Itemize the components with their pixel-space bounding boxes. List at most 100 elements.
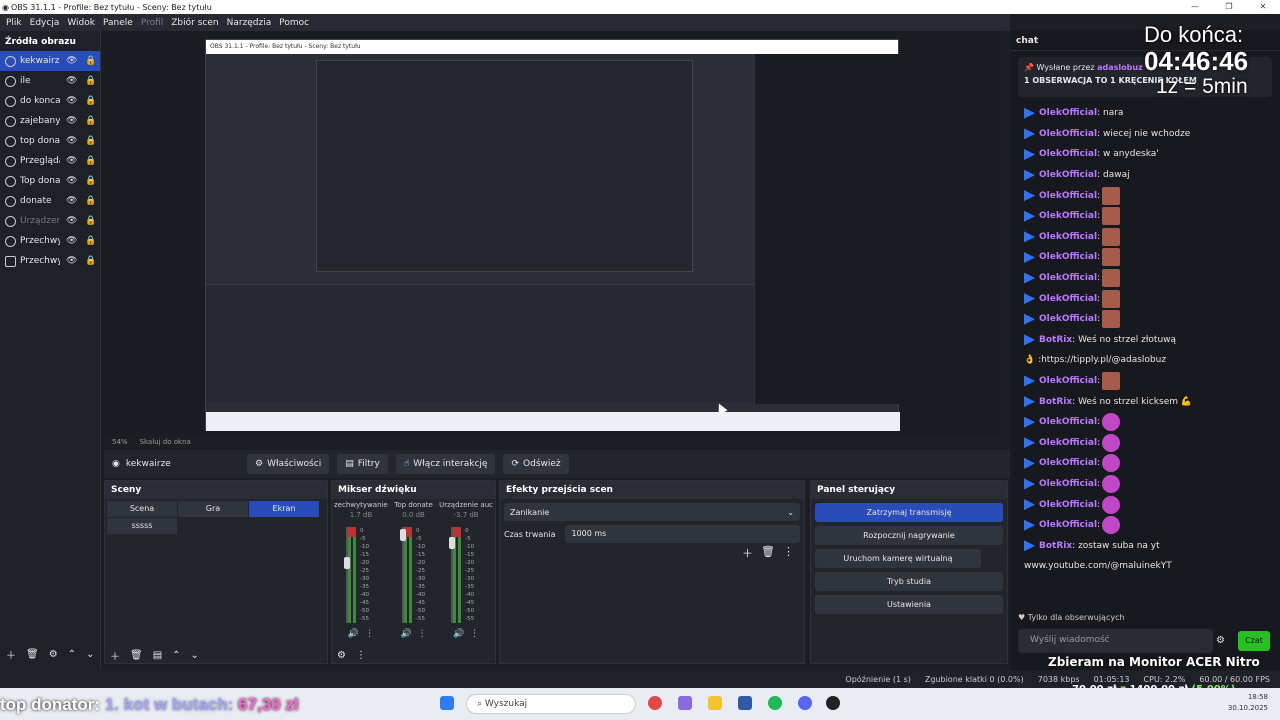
chat-username[interactable]: OlekOfficial <box>1039 376 1097 386</box>
source-item[interactable]: donate 👁 🔒 <box>0 191 100 211</box>
source-item[interactable]: ile 👁 🔒 <box>0 71 100 91</box>
speaker-icon[interactable]: 🔊 <box>348 629 359 639</box>
preview-area[interactable]: OBS 31.1.1 - Profile: Bez tytułu - Sceny… <box>104 31 1000 435</box>
speaker-icon[interactable]: 🔊 <box>400 629 411 639</box>
filters-button[interactable]: ▤ Filtry <box>337 454 388 474</box>
source-item[interactable]: kekwairze 👁 🔒 <box>0 51 100 71</box>
maximize-icon[interactable]: ❐ <box>1212 0 1246 14</box>
menu-panele[interactable]: Panele <box>103 18 133 28</box>
chat-username[interactable]: OlekOfficial <box>1039 314 1097 324</box>
chat-username[interactable]: OlekOfficial <box>1039 232 1097 242</box>
eye-icon[interactable]: 👁 <box>66 216 77 226</box>
chat-username[interactable]: OlekOfficial <box>1039 520 1097 530</box>
virtual-camera-button[interactable]: Uruchom kamerę wirtualną <box>815 549 981 568</box>
explorer-icon[interactable] <box>708 696 722 710</box>
volume-fader[interactable] <box>400 529 406 541</box>
add-icon[interactable]: ＋ <box>742 545 753 561</box>
chat-username[interactable]: OlekOfficial <box>1039 108 1097 118</box>
store-icon[interactable] <box>738 696 752 710</box>
obs-taskbar-icon[interactable] <box>826 696 840 710</box>
more-icon[interactable]: ⋮ <box>365 629 374 639</box>
start-recording-button[interactable]: Rozpocznij nagrywanie <box>815 526 1003 545</box>
eye-icon[interactable]: 👁 <box>66 236 77 246</box>
zoom-level[interactable]: 54% <box>112 438 128 446</box>
gear-icon[interactable]: ⚙ <box>49 649 58 660</box>
down-icon[interactable]: ⌄ <box>191 650 199 661</box>
source-item[interactable]: Przechwyc 👁 🔒 <box>0 231 100 251</box>
chat-username[interactable]: BotRix <box>1039 335 1072 345</box>
copilot-icon[interactable] <box>678 696 692 710</box>
chat-username[interactable]: OlekOfficial <box>1039 129 1097 139</box>
add-icon[interactable]: ＋ <box>6 647 16 662</box>
source-item[interactable]: Przechwyc 👁 🔒 <box>0 251 100 271</box>
chat-input[interactable]: Wyślij wiadomość <box>1018 629 1213 653</box>
refresh-button[interactable]: ⟳ Odśwież <box>503 454 569 474</box>
menu-narzedzia[interactable]: Narzędzia <box>227 18 272 28</box>
trash-icon[interactable]: 🗑 <box>761 545 775 561</box>
eye-icon[interactable]: 👁 <box>66 256 77 266</box>
chat-username[interactable]: OlekOfficial <box>1039 191 1097 201</box>
source-item[interactable]: Przeglądar 👁 🔒 <box>0 151 100 171</box>
scene-button[interactable]: sssss <box>107 518 177 534</box>
menu-plik[interactable]: Plik <box>6 18 22 28</box>
settings-icon[interactable]: ⚙ <box>1216 635 1225 646</box>
lock-icon[interactable]: 🔒 <box>85 96 96 106</box>
scene-button[interactable]: Gra <box>178 501 248 517</box>
chrome-icon[interactable] <box>648 696 662 710</box>
scene-button[interactable]: Ekran <box>249 501 319 517</box>
eye-icon[interactable]: 👁 <box>66 196 77 206</box>
stop-stream-button[interactable]: Zatrzymaj transmisję <box>815 503 1003 522</box>
discord-icon[interactable] <box>798 696 812 710</box>
more-icon[interactable]: ⋮ <box>783 545 794 561</box>
settings-button[interactable]: Ustawienia <box>815 595 1003 614</box>
windows-start-icon[interactable] <box>440 696 454 710</box>
chat-username[interactable]: BotRix <box>1039 397 1072 407</box>
lock-icon[interactable]: 🔒 <box>85 236 96 246</box>
chat-username[interactable]: OlekOfficial <box>1039 149 1097 159</box>
minimize-icon[interactable]: — <box>1178 0 1212 14</box>
eye-icon[interactable]: 👁 <box>66 176 77 186</box>
lock-icon[interactable]: 🔒 <box>85 176 96 186</box>
eye-icon[interactable]: 👁 <box>66 76 77 86</box>
lock-icon[interactable]: 🔒 <box>85 136 96 146</box>
menu-edycja[interactable]: Edycja <box>30 18 60 28</box>
lock-icon[interactable]: 🔒 <box>85 256 96 266</box>
chat-username[interactable]: OlekOfficial <box>1039 438 1097 448</box>
eye-icon[interactable]: 👁 <box>66 136 77 146</box>
up-icon[interactable]: ⌃ <box>68 649 76 660</box>
chat-username[interactable]: OlekOfficial <box>1039 170 1097 180</box>
more-icon[interactable]: ⋮ <box>356 650 366 661</box>
chat-send-button[interactable]: Czat <box>1238 631 1270 651</box>
speaker-icon[interactable]: 🔊 <box>453 629 464 639</box>
studio-mode-button[interactable]: Tryb studia <box>815 572 1003 591</box>
lock-icon[interactable]: 🔒 <box>85 196 96 206</box>
up-icon[interactable]: ⌃ <box>172 650 180 661</box>
trash-icon[interactable]: 🗑 <box>26 649 39 660</box>
lock-icon[interactable]: 🔒 <box>85 116 96 126</box>
taskbar-search[interactable]: ⌕ Wyszukaj <box>466 694 636 714</box>
source-item[interactable]: top donato 👁 🔒 <box>0 131 100 151</box>
chat-username[interactable]: OlekOfficial <box>1039 273 1097 283</box>
chat-username[interactable]: OlekOfficial <box>1039 479 1097 489</box>
filter-icon[interactable]: ▤ <box>153 650 162 661</box>
scale-select[interactable]: Skaluj do okna <box>140 438 191 446</box>
eye-icon[interactable]: 👁 <box>66 56 77 66</box>
trash-icon[interactable]: 🗑 <box>130 650 143 661</box>
lock-icon[interactable]: 🔒 <box>85 216 96 226</box>
chat-username[interactable]: BotRix <box>1039 541 1072 551</box>
chat-username[interactable]: OlekOfficial <box>1039 500 1097 510</box>
menu-profil[interactable]: Profil <box>141 18 163 28</box>
menu-widok[interactable]: Widok <box>67 18 95 28</box>
mixer-settings-icon[interactable]: ⚙ <box>337 650 346 661</box>
chat-username[interactable]: OlekOfficial <box>1039 252 1097 262</box>
transition-select[interactable]: Zanikanie ⌄ <box>504 503 800 521</box>
source-item[interactable]: zajebany c 👁 🔒 <box>0 111 100 131</box>
chat-username[interactable]: OlekOfficial <box>1039 417 1097 427</box>
lock-icon[interactable]: 🔒 <box>85 56 96 66</box>
properties-button[interactable]: ⚙ Właściwości <box>247 454 330 474</box>
duration-input[interactable]: 1000 ms <box>565 525 800 543</box>
chat-username[interactable]: OlekOfficial <box>1039 211 1097 221</box>
source-item[interactable]: Top donati 👁 🔒 <box>0 171 100 191</box>
lock-icon[interactable]: 🔒 <box>85 76 96 86</box>
more-icon[interactable]: ⋮ <box>470 629 479 639</box>
